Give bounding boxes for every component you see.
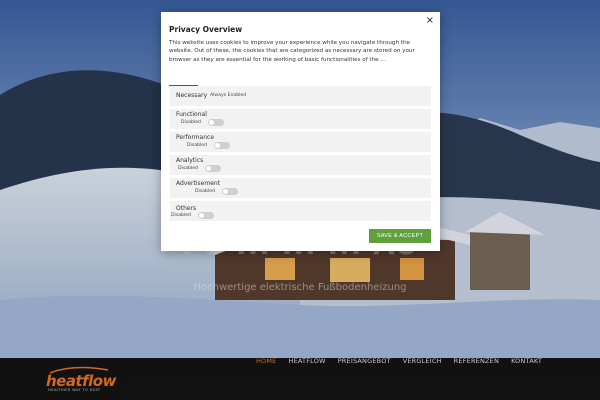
toggle-status: Disabled: [195, 189, 215, 194]
analytics-toggle[interactable]: [205, 165, 221, 172]
toggle-status: Disabled: [181, 120, 201, 125]
advertisement-toggle[interactable]: [222, 188, 238, 195]
always-enabled-badge: Always Enabled: [210, 93, 247, 98]
category-label: Others: [176, 205, 197, 212]
cookie-category-necessary[interactable]: Necessary Always Enabled: [170, 86, 431, 106]
toggle-status: Disabled: [187, 143, 207, 148]
category-label: Advertisement: [176, 180, 221, 187]
toggle-status: Disabled: [178, 166, 198, 171]
save-accept-button[interactable]: SAVE & ACCEPT: [369, 229, 431, 243]
cookie-category-functional[interactable]: Functional Disabled: [170, 109, 431, 129]
category-label: Functional: [176, 111, 207, 118]
performance-toggle[interactable]: [214, 142, 230, 149]
privacy-overview-modal: Privacy Overview × This website uses coo…: [161, 12, 440, 251]
cookie-category-others[interactable]: Others Disabled: [170, 201, 431, 221]
close-icon[interactable]: ×: [426, 15, 434, 26]
toggle-status: Disabled: [171, 213, 191, 218]
category-label: Performance: [176, 134, 215, 141]
functional-toggle[interactable]: [208, 119, 224, 126]
modal-title: Privacy Overview: [169, 25, 243, 34]
cookie-category-advertisement[interactable]: Advertisement Disabled: [170, 178, 431, 198]
category-label: Analytics: [176, 157, 204, 164]
others-toggle[interactable]: [198, 212, 214, 219]
modal-description: This website uses cookies to improve you…: [169, 40, 415, 63]
cookie-category-performance[interactable]: Performance Disabled: [170, 132, 431, 152]
category-label: Necessary: [176, 92, 208, 99]
cookie-category-analytics[interactable]: Analytics Disabled: [170, 155, 431, 175]
